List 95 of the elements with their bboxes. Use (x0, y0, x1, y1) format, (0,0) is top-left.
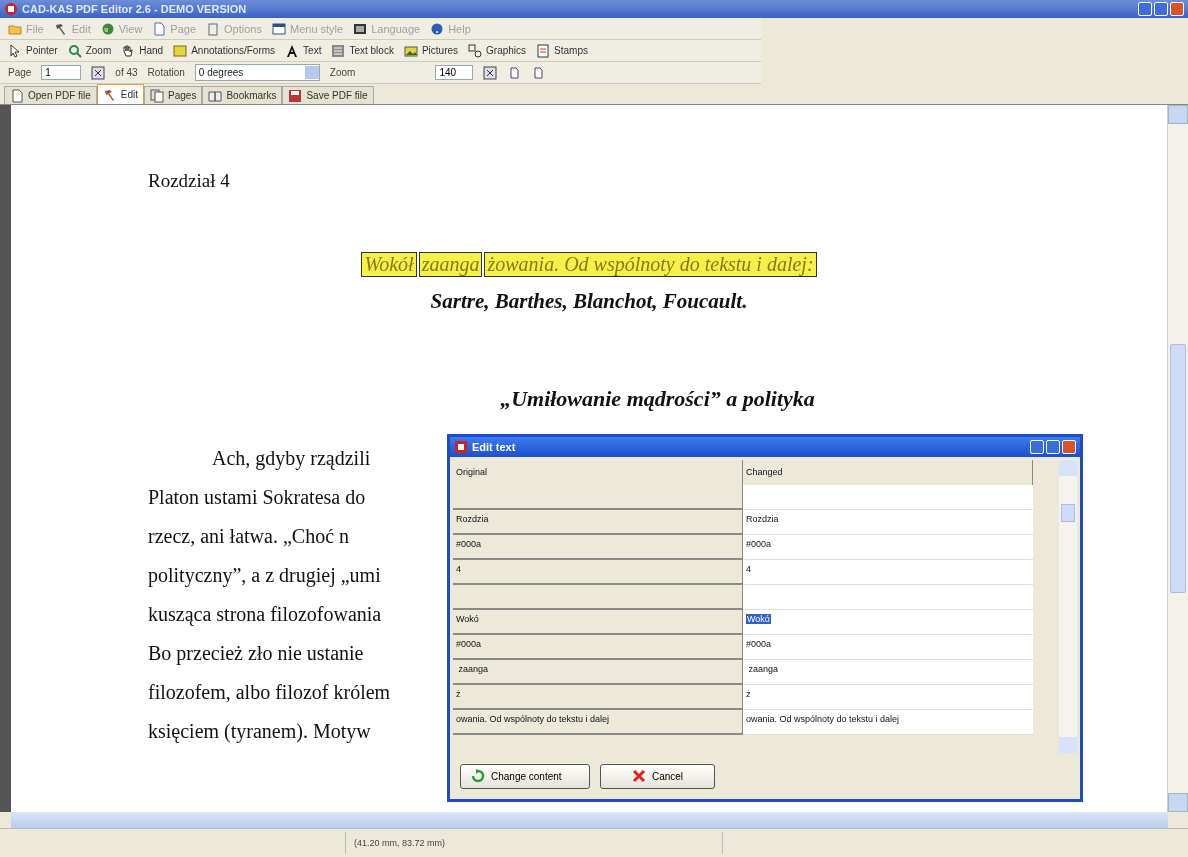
app-icon (454, 440, 468, 454)
rotate-left-icon (507, 65, 522, 80)
highlighted-text: zaanga (418, 252, 483, 277)
text-line: polityczny”, a z drugiej „umi (148, 564, 381, 587)
shapes-icon (468, 43, 483, 58)
highlighted-text: żowania. Od wspólnoty do tekstu i dalej: (484, 252, 817, 277)
rotate-right-icon (531, 65, 546, 80)
search-icon (67, 43, 82, 58)
pages-icon (150, 88, 165, 103)
hand-icon (121, 43, 136, 58)
tool-button[interactable]: Text (285, 43, 322, 58)
subtitle: Sartre, Barthes, Blanchot, Foucault. (430, 289, 749, 314)
horizontal-scrollbar[interactable] (11, 812, 1168, 828)
input-field[interactable]: zaanga (743, 660, 1033, 685)
input-field[interactable] (743, 585, 1033, 610)
go-icon (91, 65, 106, 80)
tool-button[interactable]: Annotations/Forms (173, 43, 276, 58)
tool-button[interactable]: Text block (331, 43, 394, 58)
letter-icon (285, 43, 300, 58)
input-field[interactable]: Rozdzia (743, 510, 1033, 535)
tool-button[interactable]: Pictures (403, 43, 459, 58)
page-icon (152, 21, 167, 36)
tool-button[interactable]: Hand (121, 43, 164, 58)
clipboard-icon (206, 21, 221, 36)
table-cell: Wokó (453, 610, 743, 635)
table-cell: 4 (453, 560, 743, 585)
minimize-button[interactable] (1030, 440, 1044, 454)
table-cell: owania. Od wspólnoty do tekstu i dalej (453, 710, 743, 735)
hammer-icon (53, 21, 68, 36)
maximize-button[interactable] (1154, 2, 1168, 16)
text-line: Ach, gdyby rządzili (212, 447, 371, 470)
save-icon (288, 88, 303, 103)
tab[interactable]: Bookmarks (202, 86, 283, 104)
help-icon (430, 21, 445, 36)
scrollbar[interactable] (1167, 105, 1188, 812)
input-field[interactable]: Wokó (743, 610, 1033, 635)
page-label: Page (8, 67, 32, 78)
close-button[interactable] (1170, 2, 1184, 16)
text-line: kusząca strona filozofowania (148, 603, 382, 626)
picture-icon (403, 43, 418, 58)
page-field[interactable]: 1 (41, 65, 82, 80)
go-icon (483, 65, 498, 80)
rotation-dropdown[interactable]: 0 degrees (194, 64, 320, 81)
chapter-heading: Rozdział 4 (148, 170, 230, 192)
tools-icon (102, 87, 117, 102)
text-line: rzecz, ani łatwa. „Choć n (148, 525, 349, 548)
cancel-button[interactable]: Cancel (600, 763, 715, 789)
input-field[interactable]: ż (743, 685, 1033, 710)
stamp-icon (536, 43, 551, 58)
input-field[interactable]: owania. Od wspólnoty do tekstu i dalej (743, 710, 1033, 735)
tool-button[interactable]: Zoom (67, 43, 112, 58)
input-field[interactable]: 4 (743, 560, 1033, 585)
cursor-icon (8, 43, 22, 58)
coordinates-text: (41.20 mm, 83.72 mm) (345, 832, 723, 854)
page-icon (10, 88, 24, 103)
tab[interactable]: Save PDF file (282, 86, 374, 104)
section-heading: „Umiłowanie mądrości” a polityka (500, 386, 815, 412)
note-icon (173, 43, 188, 58)
table-cell: #000a (453, 535, 743, 560)
table-cell: #000a (453, 635, 743, 660)
table-cell: Rozdzia (453, 510, 743, 535)
rotation-label: Rotation (147, 67, 185, 78)
window-icon (272, 21, 286, 36)
tab[interactable]: Open PDF file (4, 86, 97, 104)
close-button[interactable] (1062, 440, 1076, 454)
table-cell: ż (453, 685, 743, 710)
text-line: filozofem, albo filozof królem (148, 681, 391, 704)
minimize-button[interactable] (1138, 2, 1152, 16)
tool-button[interactable]: Stamps (536, 43, 588, 58)
text-line: Platon ustami Sokratesa do (148, 486, 366, 509)
table-cell: zaanga (453, 660, 743, 685)
tab[interactable]: Pages (144, 86, 203, 104)
tool-button[interactable]: Graphics (468, 43, 527, 58)
refresh-icon (471, 769, 485, 783)
page-count: of 43 (115, 67, 138, 78)
highlighted-text: Wokół (361, 252, 417, 277)
tab[interactable]: Edit (96, 84, 145, 104)
zoom-field[interactable]: 140 (435, 65, 474, 80)
change-content-button[interactable]: Change content (460, 763, 590, 789)
tool-button[interactable]: Pointer (8, 43, 58, 58)
text-line: Bo przecież zło nie ustanie (148, 642, 364, 665)
maximize-button[interactable] (1046, 440, 1060, 454)
globe-icon (100, 21, 115, 36)
input-field[interactable]: #000a (743, 635, 1033, 660)
book-icon (208, 88, 223, 103)
cross-icon (631, 769, 646, 783)
window-title: CAD-KAS PDF Editor 2.6 - DEMO VERSION (22, 3, 247, 15)
dialog-title: Edit text (472, 441, 516, 453)
text-block-icon (331, 43, 346, 58)
app-icon (4, 2, 18, 16)
input-field[interactable] (743, 485, 1033, 510)
zoom-label: Zoom (329, 67, 356, 78)
text-line: księciem (tyranem). Motyw (148, 720, 371, 743)
input-field[interactable]: #000a (743, 535, 1033, 560)
scrollbar[interactable] (1059, 460, 1077, 753)
